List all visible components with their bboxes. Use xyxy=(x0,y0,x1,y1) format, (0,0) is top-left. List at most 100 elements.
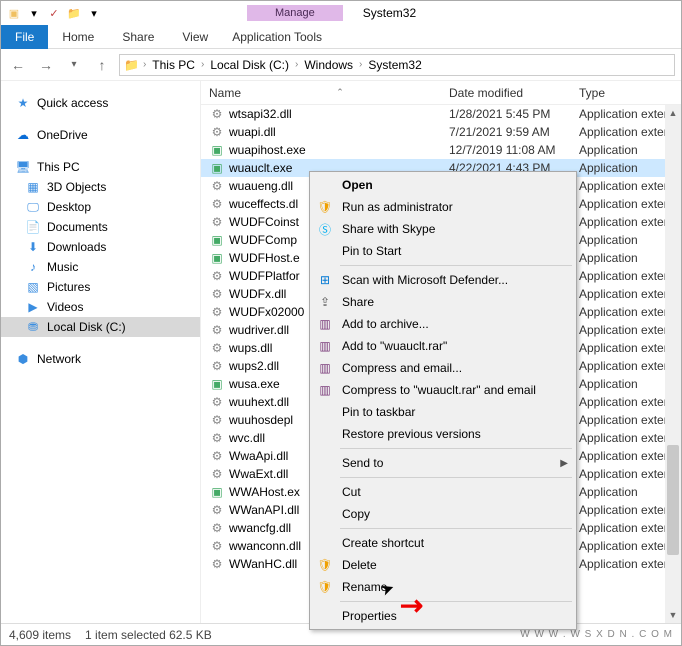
sidebar-item[interactable]: 📄 Documents xyxy=(1,217,200,237)
manage-contextual-tab[interactable]: Manage xyxy=(247,5,343,21)
file-row[interactable]: ⚙wuapi.dll7/21/2021 9:59 AMApplication e… xyxy=(201,123,681,141)
scrollbar[interactable]: ▲ ▼ xyxy=(665,105,681,623)
breadcrumb-item[interactable]: Windows xyxy=(302,58,355,72)
share-icon: ⇪ xyxy=(316,293,334,311)
history-dropdown-icon[interactable]: ▾ xyxy=(63,54,85,76)
menu-cut[interactable]: Cut xyxy=(312,481,574,503)
dll-icon: ⚙ xyxy=(209,286,225,302)
file-row[interactable]: ▣wuapihost.exe12/7/2019 11:08 AMApplicat… xyxy=(201,141,681,159)
sidebar-item[interactable]: ⬇Downloads xyxy=(1,237,200,257)
file-name: WwaApi.dll xyxy=(229,449,288,463)
column-header-name[interactable]: Name ⌃ xyxy=(201,86,441,100)
qat-dropdown2-icon[interactable]: ▾ xyxy=(85,4,103,22)
folder-icon: 📄 xyxy=(25,219,41,235)
sidebar-item[interactable]: ▦3D Objects xyxy=(1,177,200,197)
file-name: wups2.dll xyxy=(229,359,279,373)
menu-label: Pin to taskbar xyxy=(342,405,415,419)
menu-pin-start[interactable]: Pin to Start xyxy=(312,240,574,262)
menu-share[interactable]: ⇪Share xyxy=(312,291,574,313)
sidebar-onedrive[interactable]: ☁ OneDrive xyxy=(1,125,200,145)
winrar-icon: ▥ xyxy=(316,337,334,355)
sidebar-label: Local Disk (C:) xyxy=(47,320,126,334)
sidebar-item[interactable]: ⛃ Local Disk (C:) xyxy=(1,317,200,337)
dll-icon: ⚙ xyxy=(209,520,225,536)
application-icon: ▣ xyxy=(209,484,225,500)
sidebar-item[interactable]: ▶Videos xyxy=(1,297,200,317)
menu-label: Pin to Start xyxy=(342,244,401,258)
tab-home[interactable]: Home xyxy=(48,25,108,49)
column-header-type[interactable]: Type xyxy=(571,86,681,100)
winrar-icon: ▥ xyxy=(316,359,334,377)
dll-icon: ⚙ xyxy=(209,394,225,410)
menu-run-as-admin[interactable]: 🛡Run as administrator xyxy=(312,196,574,218)
scroll-down-icon[interactable]: ▼ xyxy=(665,607,681,623)
column-label: Name xyxy=(209,86,241,100)
window-title: System32 xyxy=(363,6,416,20)
qat-dropdown-icon[interactable]: ▾ xyxy=(25,4,43,22)
menu-scan-defender[interactable]: ⊞ Scan with Microsoft Defender... xyxy=(312,269,574,291)
sidebar-item[interactable]: ♪Music xyxy=(1,257,200,277)
menu-rename[interactable]: 🛡Rename xyxy=(312,576,574,598)
application-icon: ▣ xyxy=(209,250,225,266)
chevron-right-icon: › xyxy=(143,59,146,70)
menu-share-skype[interactable]: ⓈShare with Skype xyxy=(312,218,574,240)
breadcrumb[interactable]: 📁 › This PC › Local Disk (C:) › Windows … xyxy=(119,54,675,76)
application-icon: ▣ xyxy=(209,232,225,248)
column-header-date[interactable]: Date modified xyxy=(441,86,571,100)
breadcrumb-item[interactable]: This PC xyxy=(150,58,197,72)
menu-create-shortcut[interactable]: Create shortcut xyxy=(312,532,574,554)
new-folder-icon[interactable]: 📁 xyxy=(65,4,83,22)
dll-icon: ⚙ xyxy=(209,412,225,428)
up-button[interactable]: ↑ xyxy=(91,54,113,76)
breadcrumb-item[interactable]: Local Disk (C:) xyxy=(208,58,291,72)
menu-copy[interactable]: Copy xyxy=(312,503,574,525)
sidebar-label: Pictures xyxy=(47,280,90,294)
sidebar-label: Quick access xyxy=(37,96,108,110)
sidebar-network[interactable]: ⬢ Network xyxy=(1,349,200,369)
winrar-icon: ▥ xyxy=(316,315,334,333)
tab-view[interactable]: View xyxy=(168,25,222,49)
blank-icon xyxy=(316,607,334,625)
menu-pin-taskbar[interactable]: Pin to taskbar xyxy=(312,401,574,423)
file-name: wuuhext.dll xyxy=(229,395,289,409)
breadcrumb-item[interactable]: System32 xyxy=(366,58,423,72)
scroll-up-icon[interactable]: ▲ xyxy=(665,105,681,121)
status-selection: 1 item selected 62.5 KB xyxy=(85,628,212,642)
menu-label: Compress to "wuauclt.rar" and email xyxy=(342,383,536,397)
back-button[interactable]: ← xyxy=(7,54,29,76)
explorer-icon[interactable]: ▣ xyxy=(5,4,23,22)
menu-compress-rar-email[interactable]: ▥Compress to "wuauclt.rar" and email xyxy=(312,379,574,401)
menu-label: Scan with Microsoft Defender... xyxy=(342,273,508,287)
application-icon: ▣ xyxy=(209,376,225,392)
file-name: WUDFHost.e xyxy=(229,251,300,265)
menu-restore-previous[interactable]: Restore previous versions xyxy=(312,423,574,445)
sidebar-item[interactable]: 🖵Desktop xyxy=(1,197,200,217)
sidebar-this-pc[interactable]: 🖥 This PC xyxy=(1,157,200,177)
forward-button[interactable]: → xyxy=(35,54,57,76)
folder-icon: ⛃ xyxy=(25,319,41,335)
file-name: WUDFCoinst xyxy=(229,215,299,229)
sidebar-item[interactable]: ▧Pictures xyxy=(1,277,200,297)
tab-application-tools[interactable]: Application Tools xyxy=(222,25,332,49)
menu-label: Cut xyxy=(342,485,361,499)
properties-icon[interactable]: ✓ xyxy=(45,4,63,22)
dll-icon: ⚙ xyxy=(209,106,225,122)
sidebar-label: Documents xyxy=(47,220,108,234)
blank-icon xyxy=(316,454,334,472)
menu-add-archive[interactable]: ▥Add to archive... xyxy=(312,313,574,335)
sidebar-quick-access[interactable]: ★ Quick access xyxy=(1,93,200,113)
menu-separator xyxy=(340,601,572,602)
tab-share[interactable]: Share xyxy=(108,25,168,49)
menu-compress-email[interactable]: ▥Compress and email... xyxy=(312,357,574,379)
dll-icon: ⚙ xyxy=(209,340,225,356)
file-row[interactable]: ⚙wtsapi32.dll1/28/2021 5:45 PMApplicatio… xyxy=(201,105,681,123)
menu-send-to[interactable]: Send to▶ xyxy=(312,452,574,474)
scroll-thumb[interactable] xyxy=(667,445,679,555)
tab-file[interactable]: File xyxy=(1,25,48,49)
menu-delete[interactable]: 🛡Delete xyxy=(312,554,574,576)
dll-icon: ⚙ xyxy=(209,196,225,212)
defender-icon: ⊞ xyxy=(316,271,334,289)
menu-open[interactable]: Open xyxy=(312,174,574,196)
menu-properties[interactable]: Properties xyxy=(312,605,574,627)
menu-add-rar[interactable]: ▥Add to "wuauclt.rar" xyxy=(312,335,574,357)
